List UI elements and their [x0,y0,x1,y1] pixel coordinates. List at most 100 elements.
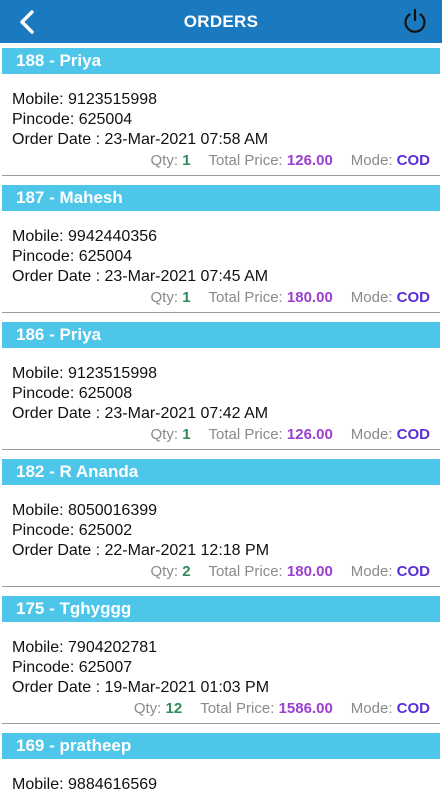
page-title: ORDERS [183,11,259,31]
mobile-line: Mobile: 9942440356 [12,227,430,247]
mode-label: Mode: [350,563,397,580]
divider [2,449,440,450]
total-price-field: Total Price: 126.00 [209,424,333,446]
mobile-label: Mobile: [12,776,69,793]
order-summary: Qty: 2 Total Price: 180.00 Mode: COD [12,561,430,583]
qty-field: Qty: 12 [134,698,182,720]
pincode-label: Pincode: [12,248,79,265]
mode-value: COD [396,426,430,443]
order-date-line: Order Date : 23-Mar-2021 07:45 AM [12,267,430,287]
order-date-line: Order Date : 19-Mar-2021 01:03 PM [12,678,430,698]
qty-label: Qty: [150,563,183,580]
pincode-label: Pincode: [12,659,79,676]
mobile-label: Mobile: [12,91,69,108]
app-bar: ORDERS [0,0,442,43]
total-price-value: 126.00 [286,426,333,443]
mobile-label: Mobile: [12,502,69,519]
qty-value: 12 [165,700,183,717]
order-card[interactable]: 182 - R Ananda Mobile: 8050016399 Pincod… [0,459,442,587]
order-date-label: Order Date : [12,131,105,148]
order-summary: Qty: 1 Total Price: 180.00 Mode: COD [12,287,430,309]
power-icon[interactable] [400,6,430,36]
qty-field: Qty: 2 [151,561,191,583]
total-price-label: Total Price: [208,563,287,580]
pincode-line: Pincode: 625004 [12,110,430,130]
qty-field: Qty: 1 [151,424,191,446]
order-date-line: Order Date : 22-Mar-2021 12:18 PM [12,541,430,561]
qty-label: Qty: [150,289,183,306]
back-arrow-icon[interactable] [14,8,40,36]
pincode-line: Pincode: 625008 [12,384,430,404]
total-price-label: Total Price: [208,289,287,306]
order-date-value: 19-Mar-2021 01:03 PM [104,679,270,696]
order-card[interactable]: 187 - Mahesh Mobile: 9942440356 Pincode:… [0,185,442,313]
mobile-label: Mobile: [12,228,69,245]
pincode-value: 625008 [78,385,133,402]
pincode-value: 625002 [78,522,133,539]
mobile-line: Mobile: 7904202781 [12,638,430,658]
pincode-line: Pincode: 625002 [12,521,430,541]
total-price-value: 180.00 [286,289,333,306]
pincode-value: 625007 [78,659,133,676]
mobile-value: 8050016399 [68,502,158,519]
order-date-value: 23-Mar-2021 07:45 AM [104,268,269,285]
mode-value: COD [396,152,430,169]
pincode-label: Pincode: [12,522,79,539]
mobile-value: 7904202781 [68,639,158,656]
mode-label: Mode: [350,152,397,169]
total-price-label: Total Price: [200,700,279,717]
mobile-line: Mobile: 8050016399 [12,501,430,521]
total-price-field: Total Price: 180.00 [209,287,333,309]
pincode-value: 625004 [78,111,133,128]
qty-field: Qty: 1 [151,150,191,172]
order-title: 169 - pratheep [2,733,440,759]
mobile-line: Mobile: 9123515998 [12,364,430,384]
mode-field: Mode: COD [351,150,430,172]
divider [2,175,440,176]
mobile-line: Mobile: 9884616569 [12,775,430,795]
order-title: 188 - Priya [2,48,440,74]
mode-value: COD [396,563,430,580]
total-price-field: Total Price: 180.00 [209,561,333,583]
total-price-value: 126.00 [286,152,333,169]
order-title: 186 - Priya [2,322,440,348]
order-card[interactable]: 175 - Tghyggg Mobile: 7904202781 Pincode… [0,596,442,724]
order-date-label: Order Date : [12,268,105,285]
mode-value: COD [396,700,430,717]
orders-list: 188 - Priya Mobile: 9123515998 Pincode: … [0,48,442,795]
divider [2,586,440,587]
order-card[interactable]: 188 - Priya Mobile: 9123515998 Pincode: … [0,48,442,176]
total-price-field: Total Price: 1586.00 [200,698,333,720]
pincode-line: Pincode: 625004 [12,247,430,267]
mode-value: COD [396,289,430,306]
divider [2,312,440,313]
order-card[interactable]: 186 - Priya Mobile: 9123515998 Pincode: … [0,322,442,450]
mode-label: Mode: [350,426,397,443]
order-card[interactable]: 169 - pratheep Mobile: 9884616569 [0,733,442,795]
total-price-field: Total Price: 126.00 [209,150,333,172]
mobile-value: 9884616569 [68,776,158,793]
mode-label: Mode: [350,700,397,717]
qty-label: Qty: [150,426,183,443]
order-summary: Qty: 1 Total Price: 126.00 Mode: COD [12,424,430,446]
qty-field: Qty: 1 [151,287,191,309]
order-title: 182 - R Ananda [2,459,440,485]
total-price-label: Total Price: [208,152,287,169]
pincode-label: Pincode: [12,385,79,402]
order-date-label: Order Date : [12,405,105,422]
mode-field: Mode: COD [351,561,430,583]
mode-field: Mode: COD [351,287,430,309]
pincode-value: 625004 [78,248,133,265]
mode-field: Mode: COD [351,698,430,720]
qty-label: Qty: [150,152,183,169]
order-title: 187 - Mahesh [2,185,440,211]
qty-label: Qty: [133,700,166,717]
qty-value: 1 [182,152,191,169]
order-date-line: Order Date : 23-Mar-2021 07:42 AM [12,404,430,424]
mode-label: Mode: [350,289,397,306]
mode-field: Mode: COD [351,424,430,446]
divider [2,723,440,724]
order-date-value: 23-Mar-2021 07:58 AM [104,131,269,148]
order-date-label: Order Date : [12,542,105,559]
order-date-value: 23-Mar-2021 07:42 AM [104,405,269,422]
